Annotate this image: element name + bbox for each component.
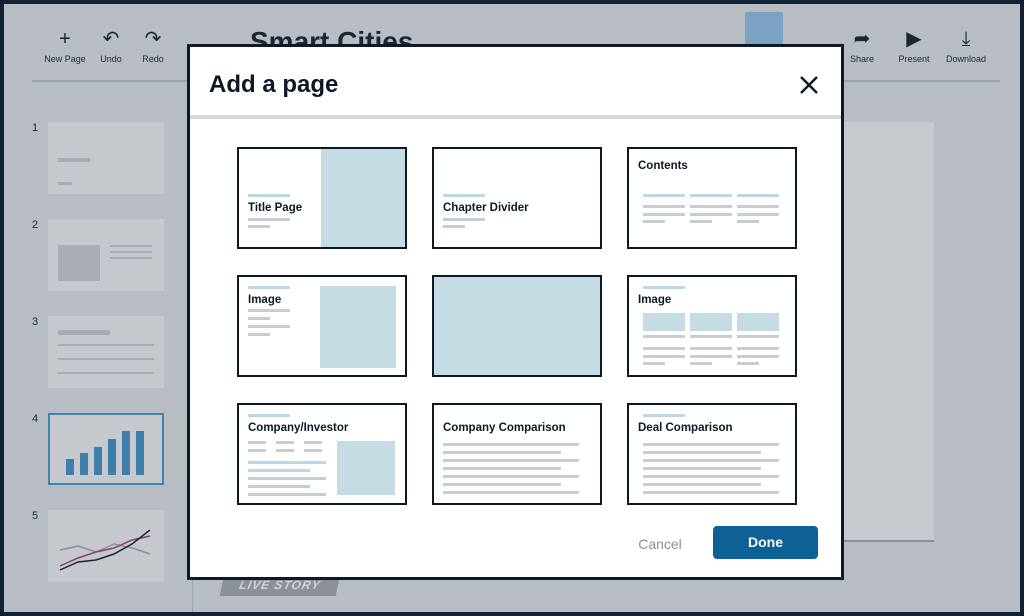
template-label: Deal Comparison [638,422,733,434]
page-number: 5 [32,510,39,522]
play-icon: ▶ [906,28,922,50]
redo-button[interactable]: ↷ Redo [125,28,181,64]
page-thumbnail[interactable] [48,316,164,388]
add-page-dialog: Add a page Title Page Chapter Divider Co… [187,44,844,580]
page-thumbnail[interactable] [48,510,164,582]
page-thumbnail-selected[interactable] [48,413,164,485]
app-window: + New Page ↶ Undo ↷ Redo Smart Cities ➦ … [0,0,1024,616]
page-thumbnail[interactable] [48,122,164,194]
bar-chart-thumbnail-icon [66,431,144,475]
template-label: Image [638,294,672,306]
cancel-button[interactable]: Cancel [620,529,700,559]
template-label: Title Page [248,202,303,214]
canvas-baseline [834,540,934,542]
page-number: 3 [32,316,39,328]
line-chart-thumbnail-icon [59,529,151,571]
template-label: Image [248,294,282,306]
template-label: Company/Investor [248,422,349,434]
template-image-three-columns[interactable]: Image [627,275,797,377]
dialog-divider [190,115,841,119]
dialog-title: Add a page [209,71,339,98]
template-label: Chapter Divider [443,202,529,214]
template-contents[interactable]: Contents [627,147,797,249]
download-button[interactable]: ⤓ Download [938,28,994,64]
template-label: Company Comparison [443,422,566,434]
redo-icon: ↷ [144,28,162,50]
template-deal-comparison[interactable]: Deal Comparison [627,403,797,505]
page-canvas [834,122,934,542]
page-number: 1 [32,122,39,134]
download-icon: ⤓ [961,28,971,50]
template-label: Contents [638,160,688,172]
present-button[interactable]: ▶ Present [886,28,942,64]
template-company-investor[interactable]: Company/Investor [237,403,407,505]
page-number: 4 [32,413,39,425]
done-button[interactable]: Done [713,526,818,559]
close-icon [800,76,818,94]
present-label: Present [898,54,930,64]
template-company-comparison[interactable]: Company Comparison [432,403,602,505]
template-full-image[interactable] [432,275,602,377]
template-title-page[interactable]: Title Page [237,147,407,249]
page-thumbnail[interactable] [48,219,164,291]
page-number: 2 [32,219,39,231]
template-chapter-divider[interactable]: Chapter Divider [432,147,602,249]
template-image-left-text[interactable]: Image [237,275,407,377]
redo-label: Redo [142,54,164,64]
download-label: Download [945,54,987,64]
close-button[interactable] [797,73,821,97]
